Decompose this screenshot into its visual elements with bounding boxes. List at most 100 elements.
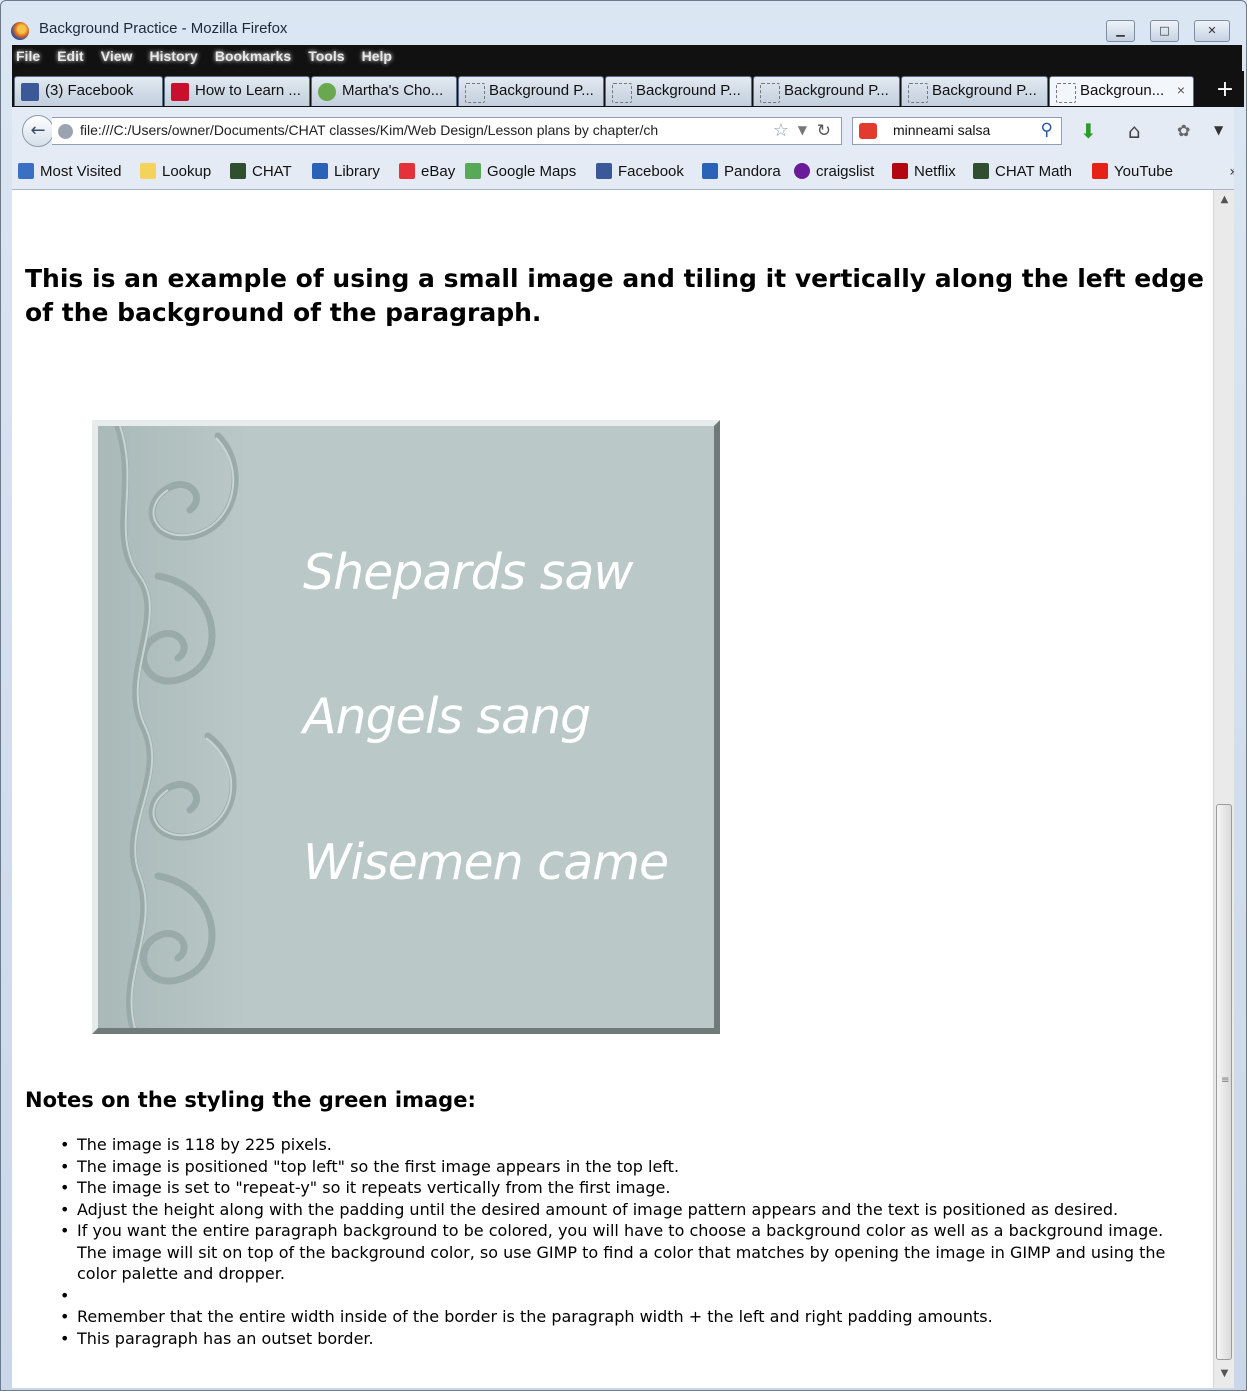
tab-facebook[interactable]: (3) Facebook	[14, 76, 163, 106]
chat-icon	[230, 163, 246, 179]
bookmark-craigslist[interactable]: craigslist	[794, 163, 874, 180]
list-item: The image is positioned "top left" so th…	[60, 1156, 1197, 1178]
page-heading: This is an example of using a small imag…	[25, 264, 1204, 327]
reload-icon[interactable]: ↻	[817, 121, 831, 141]
bookmark-lookup[interactable]: Lookup	[140, 163, 211, 180]
tab-background-active[interactable]: Backgroun... ×	[1049, 76, 1194, 106]
tab-background-1[interactable]: Background P...	[458, 76, 604, 106]
tab-strip: (3) Facebook How to Learn ... Martha's C…	[12, 71, 1244, 107]
menu-bookmarks[interactable]: Bookmarks	[215, 48, 291, 64]
list-item: The image is set to "repeat-y" so it rep…	[60, 1177, 1197, 1199]
scroll-up-icon[interactable]: ▲	[1214, 194, 1235, 212]
title-bar: Background Practice - Mozilla Firefox ▁ …	[1, 1, 1246, 45]
new-tab-button[interactable]: +	[1209, 76, 1241, 106]
tab-background-2[interactable]: Background P...	[605, 76, 752, 106]
search-engine-icon[interactable]	[859, 123, 877, 139]
vertical-scrollbar[interactable]: ▲ ≡ ▼	[1213, 190, 1235, 1388]
tab-marthas-choice[interactable]: Martha's Cho...	[311, 76, 457, 106]
tab-label: How to Learn ...	[195, 82, 301, 99]
maximize-button[interactable]: □	[1150, 20, 1179, 42]
facebook-icon	[596, 163, 612, 179]
tab-label: Background P...	[489, 82, 594, 99]
s-icon	[171, 83, 189, 101]
search-icon[interactable]: ⚲	[1041, 120, 1053, 140]
swirl-pattern-image	[98, 426, 248, 1028]
menu-help[interactable]: Help	[362, 48, 392, 64]
menu-dropdown-icon[interactable]: ▼	[1214, 123, 1223, 137]
browser-window: Background Practice - Mozilla Firefox ▁ …	[0, 0, 1247, 1391]
google-maps-icon	[465, 163, 481, 179]
card-line-1: Shepards saw	[303, 544, 633, 601]
navigation-bar: ← file:///C:/Users/owner/Documents/CHAT …	[12, 107, 1244, 155]
page-content: This is an example of using a small imag…	[12, 190, 1213, 1388]
tab-label: Background P...	[932, 82, 1037, 99]
tab-how-to-learn[interactable]: How to Learn ...	[164, 76, 310, 106]
firefox-logo-icon	[11, 22, 29, 40]
blank-page-icon	[908, 83, 928, 103]
bookmark-ebay[interactable]: eBay	[399, 163, 455, 180]
blank-page-icon	[1056, 83, 1076, 103]
blank-page-icon	[760, 83, 780, 103]
search-bar[interactable]: minneami salsa ⚲	[852, 117, 1062, 145]
blank-page-icon	[465, 83, 485, 103]
close-button[interactable]: ✕	[1194, 20, 1230, 42]
facebook-icon	[21, 83, 39, 101]
list-item: Adjust the height along with the padding…	[60, 1199, 1197, 1221]
window-frame	[1234, 107, 1246, 1390]
list-item: This paragraph has an outset border.	[60, 1328, 1197, 1350]
menu-bar: File Edit View History Bookmarks Tools H…	[12, 45, 1242, 71]
scrollbar-thumb[interactable]: ≡	[1216, 804, 1232, 1360]
bookmark-chat[interactable]: CHAT	[230, 163, 292, 180]
ebay-icon	[399, 163, 415, 179]
bookmark-most-visited[interactable]: Most Visited	[18, 163, 121, 180]
bookmark-library[interactable]: Library	[312, 163, 380, 180]
search-input[interactable]: minneami salsa	[893, 122, 990, 138]
library-icon	[312, 163, 328, 179]
scroll-down-icon[interactable]: ▼	[1214, 1368, 1235, 1386]
notes-heading: Notes on the styling the green image:	[25, 1088, 476, 1112]
menu-history[interactable]: History	[150, 48, 198, 64]
bookmark-facebook[interactable]: Facebook	[596, 163, 684, 180]
tab-label: Backgroun...	[1080, 82, 1165, 99]
site-identity-icon[interactable]	[58, 124, 73, 139]
menu-tools[interactable]: Tools	[308, 48, 344, 64]
blank-page-icon	[612, 83, 632, 103]
url-text[interactable]: file:///C:/Users/owner/Documents/CHAT cl…	[80, 122, 770, 138]
window-title: Background Practice - Mozilla Firefox	[39, 20, 288, 37]
folder-icon	[140, 163, 156, 179]
chat-icon	[973, 163, 989, 179]
menu-file[interactable]: File	[16, 48, 40, 64]
tab-label: Background P...	[636, 82, 741, 99]
bookmark-youtube[interactable]: YouTube	[1092, 163, 1173, 180]
bookmark-google-maps[interactable]: Google Maps	[465, 163, 576, 180]
menu-view[interactable]: View	[101, 48, 133, 64]
bookmark-chat-math[interactable]: CHAT Math	[973, 163, 1072, 180]
home-icon[interactable]: ⌂	[1128, 119, 1141, 143]
tab-background-4[interactable]: Background P...	[901, 76, 1048, 106]
menu-edit[interactable]: Edit	[57, 48, 83, 64]
peace-icon	[794, 163, 810, 179]
list-item: If you want the entire paragraph backgro…	[60, 1220, 1197, 1285]
download-arrow-icon[interactable]: ⬇	[1080, 119, 1097, 143]
most-visited-icon	[18, 163, 34, 179]
tab-label: Martha's Cho...	[342, 82, 444, 99]
bookmarks-toolbar: Most Visited Lookup CHAT Library eBay Go…	[12, 155, 1244, 190]
url-history-dropdown-icon[interactable]: ▼	[798, 123, 807, 137]
tree-icon	[318, 83, 336, 101]
netflix-icon	[892, 163, 908, 179]
back-arrow-icon[interactable]: ←	[22, 115, 54, 147]
card-line-3: Wisemen came	[303, 834, 669, 891]
bookmark-pandora[interactable]: Pandora	[702, 163, 781, 180]
scroll-grip-icon: ≡	[1221, 1075, 1230, 1086]
url-bar[interactable]: file:///C:/Users/owner/Documents/CHAT cl…	[52, 117, 842, 145]
green-image-paragraph: Shepards saw Angels sang Wisemen came	[92, 420, 720, 1034]
pandora-icon	[702, 163, 718, 179]
minimize-button[interactable]: ▁	[1106, 20, 1135, 42]
tab-background-3[interactable]: Background P...	[753, 76, 900, 106]
addon-icon[interactable]: ✿	[1177, 121, 1190, 140]
tab-close-icon[interactable]: ×	[1177, 82, 1185, 98]
bookmark-star-icon[interactable]: ☆	[773, 120, 789, 141]
list-item: The image is 118 by 225 pixels.	[60, 1134, 1197, 1156]
bookmark-netflix[interactable]: Netflix	[892, 163, 956, 180]
notes-list: The image is 118 by 225 pixels. The imag…	[60, 1134, 1197, 1350]
